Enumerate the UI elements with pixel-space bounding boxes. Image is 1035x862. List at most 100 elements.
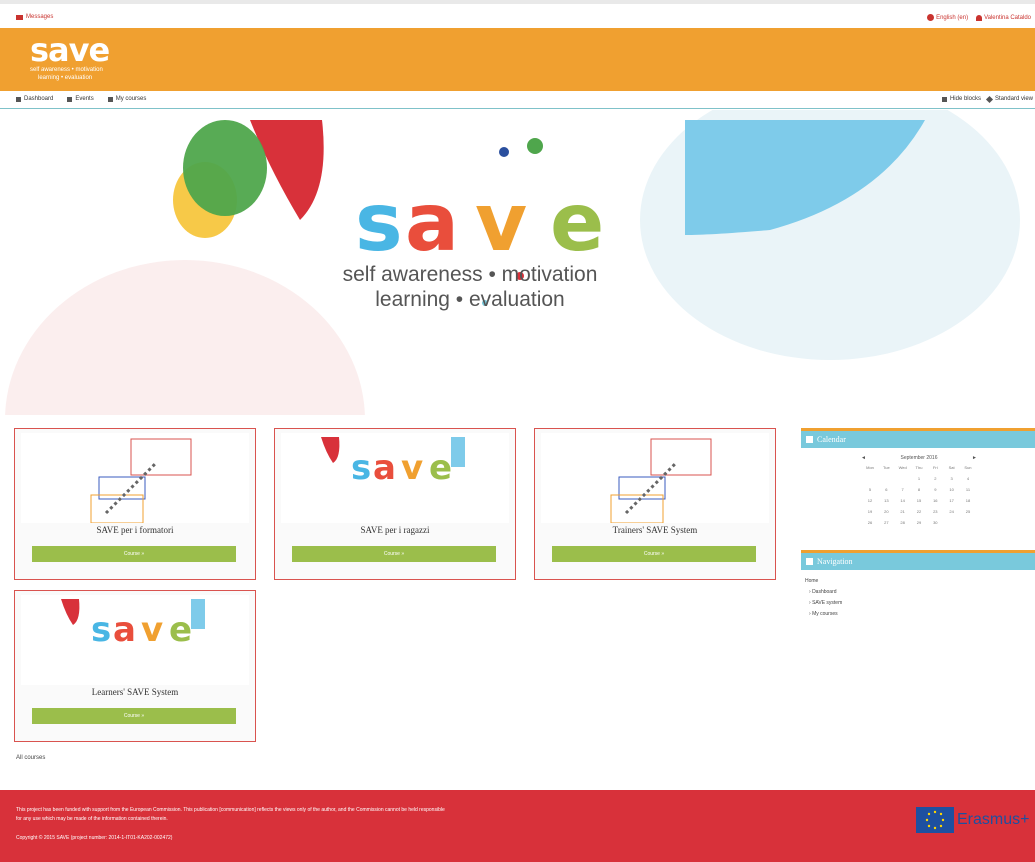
svg-text:e: e: [169, 610, 192, 650]
calendar-day[interactable]: 12: [863, 498, 877, 509]
calendar-day[interactable]: 3: [945, 476, 959, 487]
nav-tree-label: SAVE system: [812, 600, 843, 606]
calendar-icon: [67, 96, 73, 102]
language-menu[interactable]: English (en): [927, 14, 968, 21]
calendar-day[interactable]: 4: [961, 476, 975, 487]
language-label: English (en): [936, 14, 969, 21]
calendar-day[interactable]: 25: [961, 509, 975, 520]
hero-tagline-2: learning • evaluation: [375, 288, 565, 311]
calendar-prev-arrow[interactable]: ◄: [861, 455, 866, 461]
calendar-day[interactable]: 6: [879, 487, 893, 498]
erasmus-logo: Erasmus+: [916, 807, 1029, 833]
standard-view-button[interactable]: Standard view: [985, 95, 1033, 103]
calendar-day[interactable]: [863, 476, 877, 487]
calendar-day[interactable]: [879, 476, 893, 487]
course-thumbnail: [541, 433, 769, 523]
course-card[interactable]: s a v e Learners' SAVE System Course »: [14, 590, 256, 742]
user-icon: [976, 14, 983, 21]
navigation-title: Navigation: [817, 557, 853, 566]
navigation-block: Navigation Home › Dashboard › SAVE syste…: [801, 550, 1035, 630]
course-button[interactable]: Course »: [552, 546, 756, 562]
hide-blocks-button[interactable]: Hide blocks: [941, 96, 981, 102]
svg-text:v: v: [475, 176, 527, 269]
columns-icon: [941, 96, 947, 102]
calendar-day[interactable]: 18: [961, 498, 975, 509]
nav-tree-item[interactable]: › Dashboard: [805, 587, 842, 598]
svg-text:a: a: [113, 610, 136, 650]
pencil-icon: [985, 95, 994, 103]
calendar-day[interactable]: 21: [896, 509, 910, 520]
course-card[interactable]: s a v e SAVE per i ragazzi Course »: [274, 428, 516, 580]
course-card[interactable]: SAVE per i formatori Course »: [14, 428, 256, 580]
calendar-day[interactable]: 27: [879, 520, 893, 531]
nav-tree-item[interactable]: › My courses: [805, 609, 842, 620]
course-button[interactable]: Course »: [32, 708, 236, 724]
calendar-day[interactable]: [896, 476, 910, 487]
calendar-month: September 2016: [900, 455, 938, 461]
calendar-day[interactable]: 17: [945, 498, 959, 509]
calendar-day[interactable]: 8: [912, 487, 926, 498]
calendar-day[interactable]: 19: [863, 509, 877, 520]
nav-item-my-courses[interactable]: My courses: [107, 96, 147, 102]
dashboard-icon: [16, 96, 21, 102]
calendar-day[interactable]: 30: [928, 520, 942, 531]
footer-copyright: Copyright © 2015 SAVE (project number: 2…: [16, 835, 173, 841]
briefcase-icon: [107, 96, 113, 102]
calendar-week-row: 12 13 14 15 16 17 18: [863, 498, 975, 509]
svg-text:s: s: [91, 610, 111, 650]
calendar-day[interactable]: 9: [928, 487, 942, 498]
calendar-day[interactable]: 26: [863, 520, 877, 531]
messages-link[interactable]: Messages: [16, 14, 53, 20]
site-logo[interactable]: save self awareness • motivation learnin…: [30, 34, 110, 82]
calendar-day[interactable]: 23: [928, 509, 942, 520]
navigation-tree: Home › Dashboard › SAVE system › My cour…: [805, 576, 842, 620]
calendar-day[interactable]: 11: [961, 487, 975, 498]
calendar-day[interactable]: 24: [945, 509, 959, 520]
course-title: SAVE per i formatori: [96, 525, 174, 535]
nav-item-dashboard[interactable]: Dashboard: [16, 96, 53, 102]
calendar-day[interactable]: 2: [928, 476, 942, 487]
calendar-day[interactable]: 29: [912, 520, 926, 531]
weekday-label: Mon: [866, 465, 874, 470]
calendar-day[interactable]: 7: [896, 487, 910, 498]
calendar-day[interactable]: 1: [912, 476, 926, 487]
calendar-block: Calendar ◄ September 2016 ► Mon Tue Wed …: [801, 428, 1035, 543]
nav-item-label: My courses: [115, 96, 147, 102]
nav-item-events[interactable]: Events: [67, 96, 94, 102]
calendar-day[interactable]: 16: [928, 498, 942, 509]
calendar-day[interactable]: 20: [879, 509, 893, 520]
course-card[interactable]: Trainers' SAVE System Course »: [534, 428, 776, 580]
svg-text:v: v: [401, 448, 423, 488]
course-button[interactable]: Course »: [32, 546, 236, 562]
logo-tagline-1: self awareness • motivation: [30, 67, 103, 73]
calendar-day[interactable]: 15: [912, 498, 926, 509]
calendar-day[interactable]: 14: [896, 498, 910, 509]
all-courses-link[interactable]: All courses: [16, 755, 45, 761]
calendar-day[interactable]: 10: [945, 487, 959, 498]
nav-tree-item[interactable]: › SAVE system: [805, 598, 842, 609]
messages-label: Messages: [26, 14, 54, 20]
calendar-week-row: 1 2 3 4: [863, 476, 975, 487]
course-title: Trainers' SAVE System: [612, 525, 698, 535]
top-bar: Messages English (en) Valentina Cataldo: [0, 0, 1035, 28]
hero-tagline-1: self awareness • motivation: [342, 263, 598, 286]
nav-tree-home[interactable]: Home: [805, 576, 842, 587]
calendar-day[interactable]: 22: [912, 509, 926, 520]
svg-text:v: v: [141, 610, 163, 650]
user-menu[interactable]: Valentina Cataldo: [976, 14, 1031, 21]
hero-tagline: self awareness • motivation learning • e…: [300, 262, 640, 312]
course-button[interactable]: Course »: [292, 546, 496, 562]
erasmus-label: Erasmus+: [957, 811, 1030, 828]
calendar-day[interactable]: 28: [896, 520, 910, 531]
navigation-block-header[interactable]: Navigation: [801, 550, 1035, 570]
calendar-block-header[interactable]: Calendar: [801, 428, 1035, 448]
calendar-day[interactable]: 5: [863, 487, 877, 498]
course-thumbnail: s a v e: [281, 433, 509, 523]
calendar-week-row: 5 6 7 8 9 10 11: [863, 487, 975, 498]
hide-blocks-label: Hide blocks: [949, 96, 981, 102]
calendar-day[interactable]: 13: [879, 498, 893, 509]
calendar-next-arrow[interactable]: ►: [972, 455, 977, 461]
calendar-day[interactable]: [945, 520, 959, 531]
calendar-day[interactable]: [961, 520, 975, 531]
hero-banner: s a v e self awareness • motivation lear…: [0, 110, 1035, 415]
